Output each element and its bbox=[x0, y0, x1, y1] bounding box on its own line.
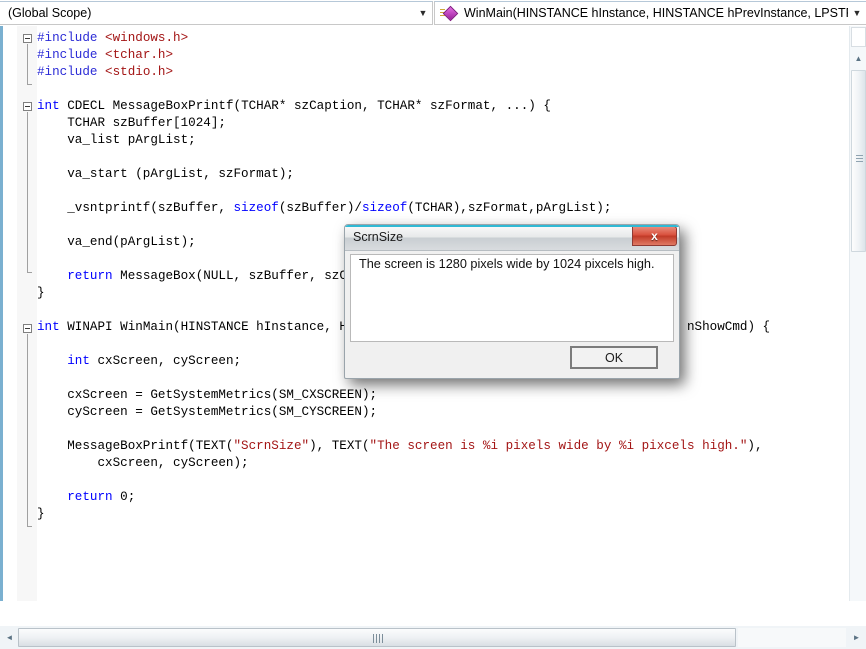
fold-line bbox=[27, 112, 28, 272]
chevron-down-icon[interactable]: ▼ bbox=[848, 8, 866, 18]
vertical-scrollbar-thumb[interactable] bbox=[851, 70, 866, 252]
fold-collapse-icon[interactable] bbox=[23, 34, 32, 43]
scrollbar-top-box bbox=[851, 27, 866, 47]
horizontal-scrollbar[interactable]: ◄ ► bbox=[0, 626, 866, 649]
indicator-margin[interactable] bbox=[3, 26, 17, 627]
code-line: va_start (pArgList, szFormat); bbox=[37, 167, 294, 181]
code-line: cxScreen, cyScreen); bbox=[37, 456, 249, 470]
dialog-glass-accent bbox=[345, 225, 679, 227]
dialog-title: ScrnSize bbox=[353, 230, 404, 244]
fold-margin[interactable] bbox=[17, 26, 37, 627]
scroll-right-arrow-icon[interactable]: ► bbox=[849, 628, 864, 646]
fold-region-end bbox=[27, 526, 32, 527]
editor-bottom-edge bbox=[0, 601, 866, 626]
ok-button[interactable]: OK bbox=[570, 346, 658, 369]
scroll-left-arrow-icon[interactable]: ◄ bbox=[2, 628, 17, 646]
horizontal-scrollbar-thumb[interactable] bbox=[18, 628, 736, 647]
scope-combobox[interactable]: (Global Scope) ▼ bbox=[0, 1, 433, 25]
code-line: MessageBoxPrintf(TEXT("ScrnSize"), TEXT(… bbox=[37, 439, 763, 453]
scroll-grip bbox=[373, 634, 385, 643]
member-combobox[interactable]: WinMain(HINSTANCE hInstance, HINSTANCE h… bbox=[434, 1, 866, 25]
fold-line bbox=[27, 44, 28, 84]
fold-line bbox=[27, 334, 28, 526]
fold-collapse-icon[interactable] bbox=[23, 324, 32, 333]
chevron-down-icon[interactable]: ▼ bbox=[414, 8, 432, 18]
scroll-up-arrow-icon[interactable]: ▲ bbox=[851, 50, 866, 66]
scrnsize-message-dialog: ScrnSize x The screen is 1280 pixels wid… bbox=[344, 224, 680, 379]
method-diamond-icon bbox=[440, 5, 459, 22]
code-line: cyScreen = GetSystemMetrics(SM_CYSCREEN)… bbox=[37, 405, 378, 419]
code-line: TCHAR szBuffer[1024]; bbox=[37, 116, 226, 130]
dialog-footer: OK bbox=[350, 342, 674, 375]
code-line: #include <stdio.h> bbox=[37, 65, 174, 79]
navigation-bar: (Global Scope) ▼ WinMain(HINSTANCE hInst… bbox=[0, 0, 866, 26]
dialog-titlebar[interactable]: ScrnSize x bbox=[345, 225, 679, 251]
code-line: } bbox=[37, 507, 45, 521]
fold-region-end bbox=[27, 272, 32, 273]
code-line: _vsntprintf(szBuffer, sizeof(szBuffer)/s… bbox=[37, 201, 612, 215]
code-line: va_list pArgList; bbox=[37, 133, 196, 147]
close-icon-glyph: x bbox=[651, 229, 658, 243]
dialog-message-text: The screen is 1280 pixels wide by 1024 p… bbox=[359, 257, 655, 271]
code-line: #include <tchar.h> bbox=[37, 48, 174, 62]
vertical-scrollbar[interactable]: ▲ ▼ bbox=[849, 26, 866, 627]
horizontal-scrollbar-track[interactable] bbox=[738, 628, 846, 647]
fold-collapse-icon[interactable] bbox=[23, 102, 32, 111]
code-line: return 0; bbox=[67, 490, 136, 504]
close-icon[interactable]: x bbox=[632, 226, 677, 246]
code-line: cxScreen = GetSystemMetrics(SM_CXSCREEN)… bbox=[37, 388, 378, 402]
ok-button-label: OK bbox=[604, 350, 624, 365]
member-combobox-value: WinMain(HINSTANCE hInstance, HINSTANCE h… bbox=[464, 6, 848, 20]
fold-region-end bbox=[27, 84, 32, 85]
code-line: int CDECL MessageBoxPrintf(TCHAR* szCapt… bbox=[37, 99, 551, 113]
visual-studio-code-editor-window: (Global Scope) ▼ WinMain(HINSTANCE hInst… bbox=[0, 0, 866, 649]
scope-combobox-value: (Global Scope) bbox=[8, 6, 92, 20]
code-line: #include <windows.h> bbox=[37, 31, 189, 45]
scroll-grip bbox=[856, 155, 863, 164]
